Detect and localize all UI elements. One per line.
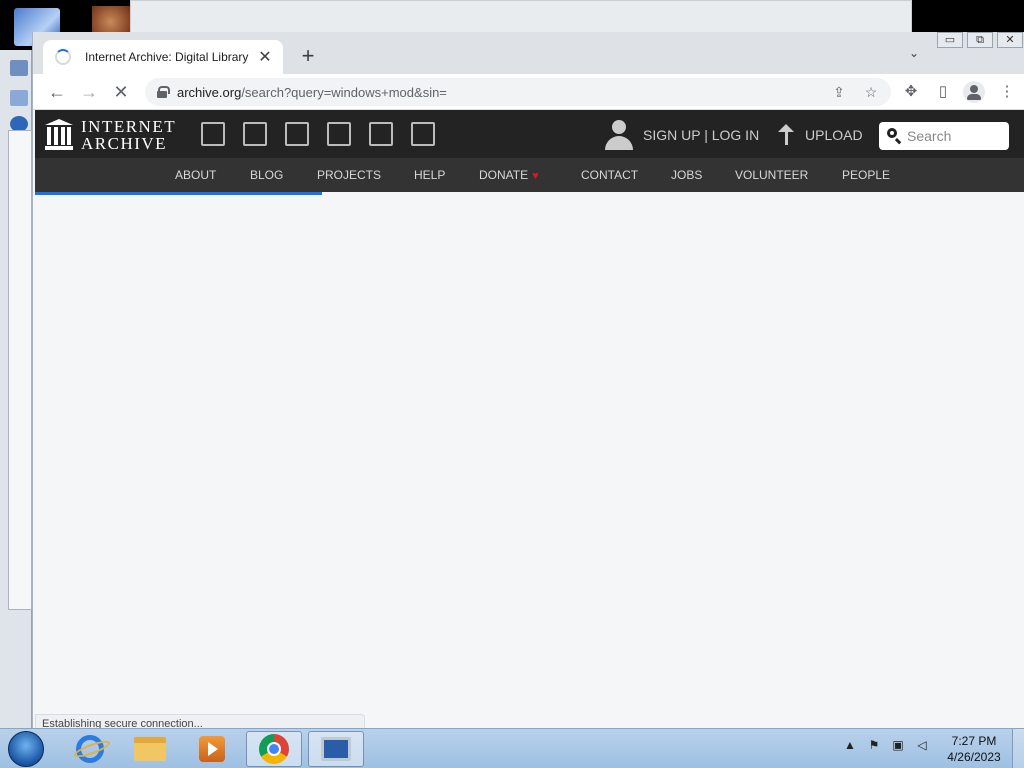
url-host: archive.org <box>177 84 242 100</box>
upload-link[interactable]: UPLOAD <box>805 127 863 143</box>
heart-icon: ♥ <box>532 170 539 182</box>
taskbar-file-explorer[interactable] <box>122 731 178 767</box>
profile-icon[interactable] <box>963 81 985 103</box>
logo-wordmark: INTERNET ARCHIVE <box>81 118 176 152</box>
media-type-icons <box>201 122 453 146</box>
audio-speaker-icon[interactable] <box>327 122 351 146</box>
ia-top-nav: INTERNET ARCHIVE SIGN UP | LOG IN UPLOAD <box>35 110 1024 158</box>
nav-volunteer[interactable]: VOLUNTEER <box>735 168 808 182</box>
loading-x-icon: ✕ <box>113 82 129 102</box>
url-text[interactable]: archive.org/search?query=windows+mod&sin… <box>177 85 447 100</box>
texts-book-icon[interactable] <box>243 122 267 146</box>
monitor-icon <box>321 737 351 761</box>
puzzle-icon[interactable]: ✥ <box>901 82 921 102</box>
clock-time: 7:27 PM <box>951 734 997 748</box>
nav-donate[interactable]: DONATE ♥ <box>479 168 539 182</box>
kebab-menu-icon[interactable]: ⋮ <box>997 82 1017 102</box>
video-film-icon[interactable] <box>285 122 309 146</box>
images-icon[interactable] <box>411 122 435 146</box>
system-tray: ▲ ⚑ ▣ ◁ <box>842 737 938 753</box>
network-icon[interactable]: ▣ <box>890 737 906 753</box>
taskbar-media-player[interactable] <box>184 731 240 767</box>
show-hidden-icons-chevron-icon[interactable]: ▲ <box>842 737 858 753</box>
ia-logo[interactable]: INTERNET ARCHIVE <box>45 118 176 152</box>
loading-spinner-icon <box>55 49 71 65</box>
tab-internet-archive[interactable]: Internet Archive: Digital Library of Fre… <box>43 40 283 74</box>
window-glyph-icon <box>10 90 28 106</box>
tab-title: Internet Archive: Digital Library of Fre… <box>85 50 251 64</box>
nav-blog[interactable]: BLOG <box>250 168 283 182</box>
folder-icon <box>134 737 166 761</box>
upload-icon[interactable] <box>775 124 797 146</box>
software-floppy-icon[interactable] <box>369 122 393 146</box>
url-path: /search?query=windows+mod&sin= <box>241 84 447 100</box>
signup-login-link[interactable]: SIGN UP | LOG IN <box>643 127 759 143</box>
lock-icon[interactable] <box>157 86 170 98</box>
tab-search-chevron-icon[interactable]: ⌄ <box>905 46 923 64</box>
site-search-input[interactable] <box>907 128 1003 144</box>
user-icon[interactable] <box>605 120 633 150</box>
chrome-window: Internet Archive: Digital Library of Fre… <box>32 32 1024 734</box>
window-controls: ▭ ⧉ ✕ <box>937 32 1024 48</box>
background-window-edge <box>0 50 32 730</box>
page-load-progress <box>35 192 1024 195</box>
nav-people[interactable]: PEOPLE <box>842 168 890 182</box>
background-window <box>130 0 912 34</box>
action-center-flag-icon[interactable]: ⚑ <box>866 737 882 753</box>
windows-taskbar: ▲ ⚑ ▣ ◁ 7:27 PM 4/26/2023 <box>0 728 1024 768</box>
taskbar-remote-desktop[interactable] <box>308 731 364 767</box>
nav-donate-label: DONATE <box>479 168 529 182</box>
show-desktop-button[interactable] <box>1012 729 1024 768</box>
system-clock[interactable]: 7:27 PM 4/26/2023 <box>940 733 1008 765</box>
site-search-box[interactable] <box>879 122 1009 150</box>
progress-fill <box>35 192 323 195</box>
tab-strip: Internet Archive: Digital Library of Fre… <box>33 32 1024 74</box>
nav-about[interactable]: ABOUT <box>175 168 216 182</box>
share-icon[interactable]: ⇪ <box>829 82 849 102</box>
close-window-button[interactable]: ✕ <box>997 32 1023 48</box>
minimize-button[interactable]: ▭ <box>937 32 963 48</box>
new-tab-button[interactable]: + <box>295 44 321 70</box>
archive-temple-icon <box>45 119 73 151</box>
search-icon[interactable] <box>887 128 903 144</box>
address-bar[interactable]: archive.org/search?query=windows+mod&sin… <box>145 78 891 106</box>
back-button[interactable]: ← <box>45 80 69 104</box>
forward-button[interactable]: → <box>77 80 101 104</box>
arrow-right-icon: → <box>80 82 98 102</box>
internet-explorer-icon <box>76 735 104 763</box>
nav-help[interactable]: HELP <box>414 168 445 182</box>
clock-date: 4/26/2023 <box>947 750 1001 764</box>
nav-jobs[interactable]: JOBS <box>671 168 702 182</box>
close-tab-icon[interactable]: ✕ <box>257 47 273 67</box>
background-window-pane <box>8 130 32 610</box>
star-icon[interactable]: ☆ <box>861 82 881 102</box>
web-page: INTERNET ARCHIVE SIGN UP | LOG IN UPLOAD <box>35 110 1024 734</box>
taskbar-chrome[interactable] <box>246 731 302 767</box>
nav-contact[interactable]: CONTACT <box>581 168 638 182</box>
nav-projects[interactable]: PROJECTS <box>317 168 381 182</box>
stop-loading-button[interactable]: ✕ <box>109 80 133 104</box>
media-player-icon <box>199 736 225 762</box>
web-icon[interactable] <box>201 122 225 146</box>
ia-secondary-nav: ABOUT BLOG PROJECTS HELP DONATE ♥ CONTACT… <box>35 158 1024 192</box>
start-button[interactable] <box>8 731 44 767</box>
window-glyph-icon <box>10 60 28 76</box>
chrome-icon <box>259 734 289 764</box>
browser-toolbar: ← → ✕ archive.org/search?query=windows+m… <box>33 74 1024 110</box>
arrow-left-icon: ← <box>48 82 66 102</box>
logo-line-2: ARCHIVE <box>81 134 168 153</box>
volume-muted-icon[interactable]: ◁ <box>914 737 930 753</box>
restore-button[interactable]: ⧉ <box>967 32 993 48</box>
logo-line-1: INTERNET <box>81 117 177 136</box>
side-panel-icon[interactable]: ▯ <box>933 82 953 102</box>
taskbar-internet-explorer[interactable] <box>62 731 118 767</box>
